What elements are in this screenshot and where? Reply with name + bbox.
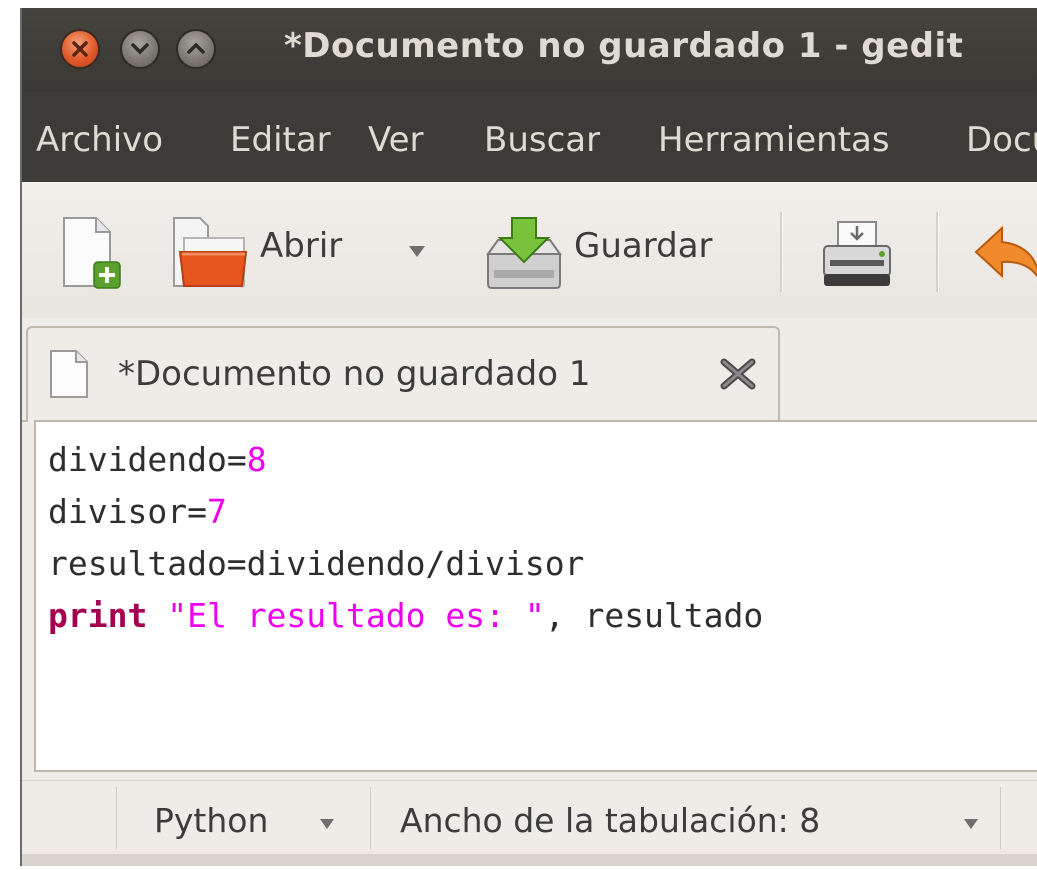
menu-documentos[interactable]: Documentos [966, 120, 1037, 160]
window-title: *Documento no guardado 1 - gedit [284, 26, 964, 66]
code-line: print "El resultado es: ", resultado [48, 596, 763, 635]
chevron-down-icon [131, 43, 149, 55]
printer-icon [823, 221, 891, 286]
tab-width-label: Ancho de la tabulación: 8 [400, 801, 821, 840]
toolbar: Abrir Guardar [22, 182, 1037, 318]
code-editor[interactable]: dividendo=8 divisor=7 resultado=dividend… [34, 420, 1037, 772]
window-close-button[interactable] [60, 29, 100, 69]
code-text: , resultado [544, 596, 764, 635]
menu-bar: Archivo Editar Ver Buscar Herramientas D… [22, 92, 1037, 182]
undo-arrow-icon [974, 225, 1037, 279]
new-button[interactable] [60, 214, 122, 294]
code-operator: = [187, 492, 207, 531]
status-separator [1000, 787, 1001, 849]
menu-editar[interactable]: Editar [230, 120, 331, 160]
open-folder-icon [173, 217, 248, 287]
language-selector[interactable]: Python [118, 787, 366, 849]
new-document-icon [63, 217, 121, 289]
save-label[interactable]: Guardar [574, 226, 713, 266]
gedit-window: *Documento no guardado 1 - gedit Archivo… [20, 8, 1037, 866]
close-x-icon[interactable] [718, 356, 758, 392]
print-button[interactable] [820, 218, 894, 292]
close-icon [72, 41, 88, 57]
chevron-down-icon [964, 819, 978, 829]
tab-documento-1[interactable]: *Documento no guardado 1 [26, 326, 780, 422]
save-disk-icon [486, 217, 562, 289]
code-identifier: divisor [48, 492, 188, 531]
chevron-up-icon [187, 42, 205, 54]
code-text: resultado=dividendo/divisor [48, 544, 585, 583]
status-bar: Python Ancho de la tabulación: 8 [22, 780, 1037, 855]
menu-archivo[interactable]: Archivo [36, 120, 163, 160]
menu-buscar[interactable]: Buscar [484, 120, 600, 160]
chevron-down-icon [409, 246, 425, 257]
toolbar-separator [936, 212, 939, 292]
document-icon [50, 350, 88, 398]
tab-width-selector[interactable]: Ancho de la tabulación: 8 [374, 787, 994, 849]
window-bottom-edge [22, 854, 1037, 866]
code-operator: = [226, 440, 247, 479]
open-button[interactable] [170, 214, 250, 294]
status-separator [370, 787, 371, 849]
language-label: Python [154, 801, 269, 840]
status-separator [116, 787, 117, 849]
open-dropdown-button[interactable] [406, 242, 428, 264]
code-keyword: print [48, 596, 148, 635]
code-line: resultado=dividendo/divisor [48, 544, 584, 583]
undo-button[interactable] [972, 222, 1037, 290]
code-number: 7 [206, 492, 227, 531]
code-line: dividendo=8 [48, 440, 267, 479]
code-line: divisor=7 [48, 492, 227, 531]
window-minimize-button[interactable] [120, 29, 160, 69]
code-number: 8 [246, 440, 267, 479]
open-label[interactable]: Abrir [260, 226, 342, 266]
menu-herramientas[interactable]: Herramientas [658, 120, 890, 160]
tab-label: *Documento no guardado 1 [118, 354, 591, 394]
menu-ver[interactable]: Ver [368, 120, 424, 160]
save-button[interactable] [484, 214, 564, 294]
code-identifier: dividendo [48, 440, 227, 479]
code-string: "El resultado es: " [167, 596, 545, 635]
toolbar-separator [780, 212, 783, 292]
document-tab-strip: *Documento no guardado 1 [22, 318, 1037, 422]
title-bar[interactable]: *Documento no guardado 1 - gedit [22, 8, 1037, 92]
window-maximize-button[interactable] [176, 29, 216, 69]
chevron-down-icon [320, 819, 334, 829]
